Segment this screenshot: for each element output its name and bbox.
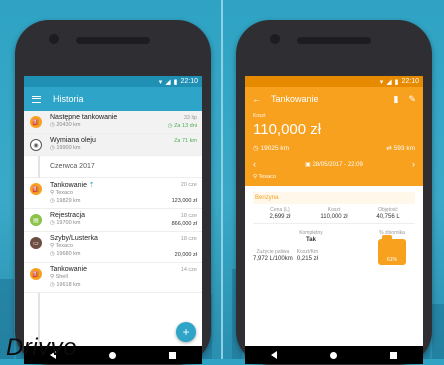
oil-icon: ◉ [30,139,42,151]
signal-icon: ◢ [386,78,392,86]
fuel-icon: ⛽ [30,116,42,128]
calendar-icon: ▣ [305,161,311,168]
wifi-icon: ▾ [158,78,163,86]
app-bar: Historia [24,87,202,111]
recent-apps-icon[interactable] [389,351,397,359]
fuel-card: Benzyna Cena (L) 2,699 zł Koszt 110,000 zł… [253,192,415,224]
wifi-icon: ▾ [379,78,384,86]
history-item-windows[interactable]: ▭ Szyby/Lusterka ⚲ Texaco ◷ 19680 km 18 … [24,232,202,263]
add-button[interactable]: + [176,322,196,342]
registration-icon: ▤ [30,214,42,226]
full-tank-cell: Kompletny Tak Zużycie paliwa 7,972 L/100km… [253,230,323,262]
history-item-next-refuel[interactable]: ⛽ Następne tankowanie ◷ 20430 km 33 lip … [24,111,202,134]
back-icon[interactable] [271,351,278,359]
history-item-refuel-shell[interactable]: ⛽ Tankowanie ⚲ Shell ◷ 19618 km 14 cze [24,263,202,293]
tank-level-cell: % zbiornika 61% [378,230,406,265]
speaker [297,37,371,44]
pin-icon: ⇡ [88,182,95,189]
status-bar: ▾ ◢ ▮ 22:10 [24,76,202,87]
speaker [76,37,150,44]
cost-cell: Koszt 110,000 zł [320,207,348,220]
history-item-refuel[interactable]: ⛽ Tankowanie ⇡ ⚲ Texaco ◷ 19829 km 20 cz… [24,178,202,209]
refuel-summary: Koszt 110,000 zł ◷ 19025 km ⇄ 593 km ‹ ▣… [245,111,423,186]
history-item-registration[interactable]: ▤ Rejestracja ◷ 19700 km 18 cze 866,000 … [24,209,202,232]
back-arrow-icon[interactable]: ← [252,94,261,104]
volume-cell: Objętość 40,756 L [376,207,400,220]
fuel-type: Benzyna [253,192,415,204]
cost-value: 110,000 zł [253,121,322,138]
android-nav-bar [245,346,423,364]
camera [270,34,280,44]
signal-icon: ◢ [165,78,171,86]
battery-icon: ▮ [173,78,178,86]
consumption-cell: Zużycie paliwa 7,972 L/100km [253,249,293,262]
home-icon[interactable] [108,351,116,359]
recent-apps-icon[interactable] [168,351,176,359]
phone-left: ▾ ◢ ▮ 22:10 Historia ⛽ Następne tankowan… [15,20,211,365]
status-time: 22:10 [401,78,419,85]
delete-icon[interactable]: ▮ [394,94,399,105]
status-bar: ▾ ◢ ▮ 22:10 [245,76,423,87]
next-arrow-icon[interactable]: › [412,159,415,169]
phone-right: ▾ ◢ ▮ 22:10 ← Tankowanie ▮ ✎ Koszt 110,0… [236,20,432,365]
battery-icon: ▮ [394,78,399,86]
odometer-icon: ◷ [253,145,259,152]
location-icon: ⚲ [253,174,258,180]
tank-icon: 61% [378,235,406,265]
watermark: Drivvo [6,334,78,361]
page-title: Tankowanie [271,94,319,104]
edit-icon[interactable]: ✎ [408,94,416,105]
distance-icon: ⇄ [386,145,392,152]
prev-arrow-icon[interactable]: ‹ [253,159,256,169]
fuel-icon: ⛽ [30,183,42,195]
history-screen: ▾ ◢ ▮ 22:10 Historia ⛽ Następne tankowan… [24,76,202,364]
home-icon[interactable] [329,351,337,359]
cost-per-km-cell: Koszt/Km 0,215 zł [296,249,319,262]
camera [49,34,59,44]
panel-divider [221,0,223,359]
status-time: 22:10 [180,78,198,85]
price-cell: Cena (L) 2,699 zł [269,207,291,220]
history-item-oil-change[interactable]: ◉ Wymiana oleju ◷ 19900 km Za 71 km [24,134,202,156]
page-title: Historia [53,94,84,104]
fuel-icon: ⛽ [30,268,42,280]
month-header: Czerwca 2017 [24,156,202,178]
menu-icon[interactable] [32,95,41,103]
car-icon: ▭ [30,237,42,249]
app-bar: ← Tankowanie ▮ ✎ [245,87,423,111]
refuel-detail-screen: ▾ ◢ ▮ 22:10 ← Tankowanie ▮ ✎ Koszt 110,0… [245,76,423,364]
